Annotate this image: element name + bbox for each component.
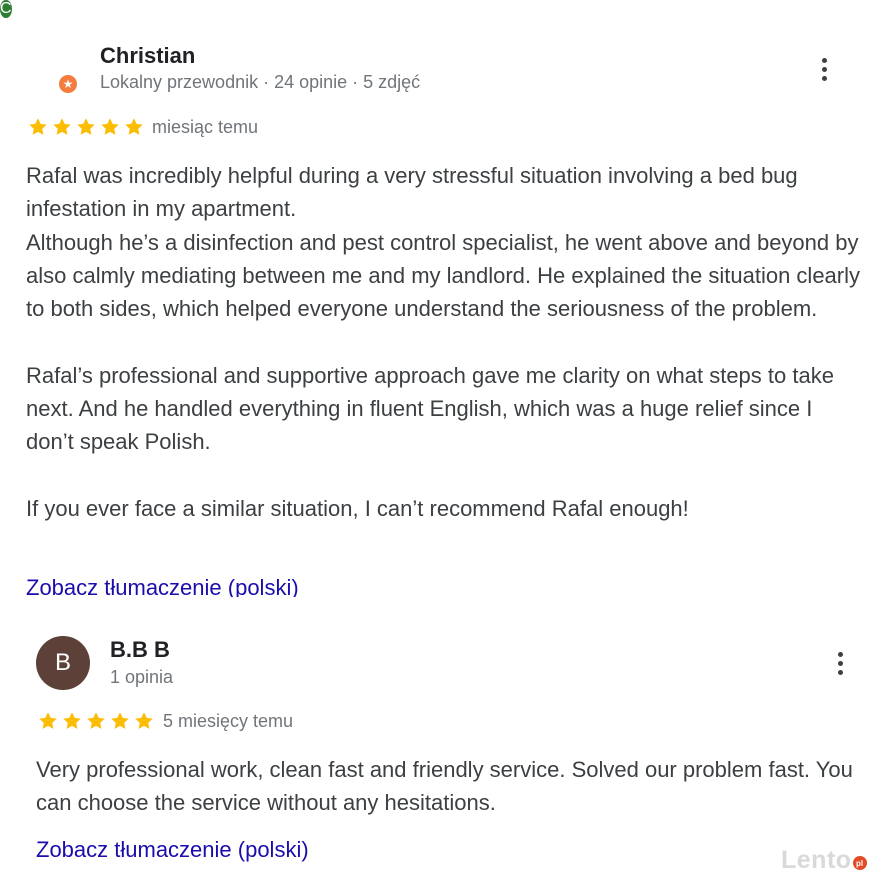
- review-text: Rafal was incredibly helpful during a ve…: [26, 159, 866, 525]
- see-translation-link[interactable]: Zobacz tłumaczenie (polski): [26, 575, 299, 597]
- review-text: Very professional work, clean fast and f…: [36, 753, 856, 820]
- star-rating: [27, 116, 145, 138]
- star-icon: [125, 118, 143, 135]
- review-paragraph: Very professional work, clean fast and f…: [36, 757, 853, 816]
- avatar[interactable]: C: [0, 0, 12, 18]
- lento-watermark: Lento pl: [781, 845, 867, 875]
- local-guide-star-icon: ★: [59, 75, 77, 93]
- star-icon: [101, 118, 119, 135]
- see-translation-link[interactable]: Zobacz tłumaczenie (polski): [36, 837, 309, 863]
- local-guide-badge: ★: [57, 73, 79, 95]
- review-paragraph: Although he’s a disinfection and pest co…: [26, 229, 861, 322]
- review-paragraph: Rafal’s professional and supportive appr…: [26, 362, 834, 455]
- review-paragraph: If you ever face a similar situation, I …: [26, 495, 689, 521]
- review-date: miesiąc temu: [152, 117, 259, 137]
- star-icon: [77, 118, 95, 135]
- star-icon: [111, 712, 129, 729]
- star-rating: [37, 710, 155, 732]
- review-paragraph: Rafal was incredibly helpful during a ve…: [26, 163, 798, 222]
- watermark-badge: pl: [852, 856, 867, 870]
- reviewer-name[interactable]: B.B B: [110, 637, 170, 663]
- more-vert-icon[interactable]: [828, 645, 852, 681]
- reviewer-name[interactable]: Christian: [100, 43, 195, 69]
- review-date: 5 miesięcy temu: [163, 711, 294, 731]
- star-icon: [39, 712, 57, 729]
- star-icon: [53, 118, 71, 135]
- star-icon: [135, 712, 153, 729]
- watermark-text: Lento: [781, 845, 852, 874]
- star-icon: [29, 118, 47, 135]
- star-icon: [63, 712, 81, 729]
- more-vert-icon[interactable]: [812, 51, 836, 87]
- reviewer-meta[interactable]: Lokalny przewodnik · 24 opinie · 5 zdjęć: [100, 72, 420, 93]
- avatar[interactable]: B: [36, 636, 90, 690]
- reviewer-meta[interactable]: 1 opinia: [110, 667, 173, 688]
- star-icon: [87, 712, 105, 729]
